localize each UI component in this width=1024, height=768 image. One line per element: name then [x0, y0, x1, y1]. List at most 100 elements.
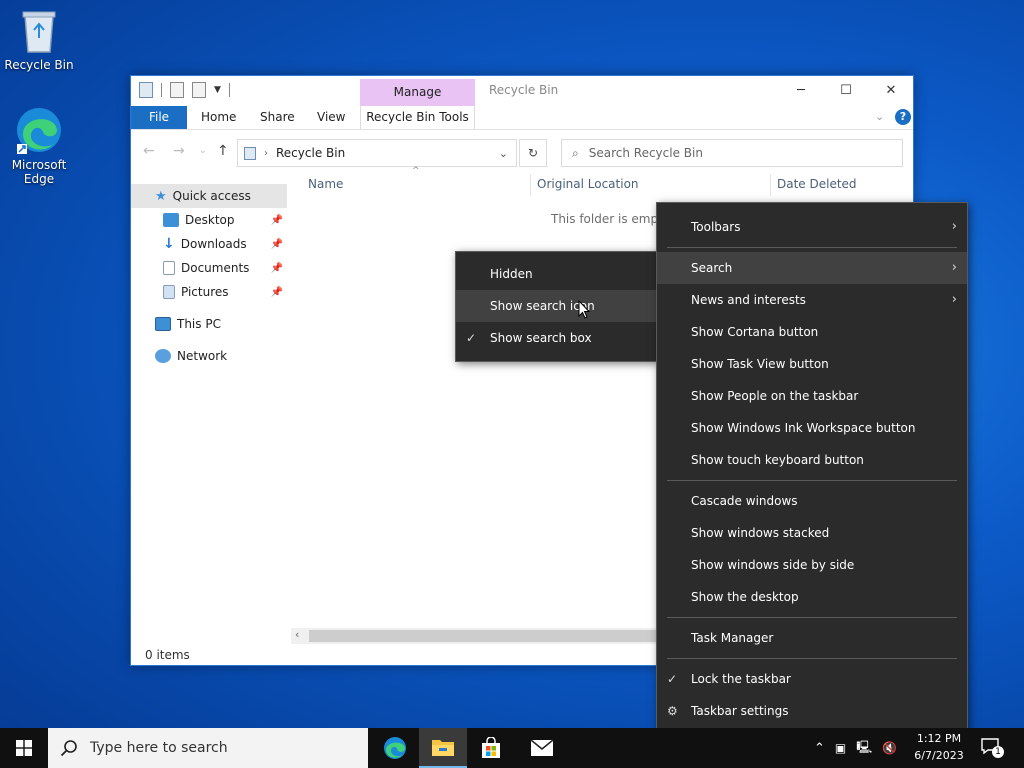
maximize-button[interactable]: ☐ [826, 80, 866, 102]
network-icon [155, 349, 171, 363]
menu-item-lock-the-taskbar[interactable]: ✓ Lock the taskbar [657, 663, 967, 695]
refresh-button[interactable]: ↻ [519, 139, 547, 167]
column-date-deleted[interactable]: Date Deleted [777, 177, 857, 191]
taskbar-search-box[interactable]: Type here to search [48, 728, 368, 768]
horizontal-scrollbar[interactable]: ‹ [291, 628, 661, 644]
menu-item-task-manager[interactable]: Task Manager [657, 622, 967, 654]
forward-arrow-icon[interactable]: → [173, 143, 185, 159]
taskbar[interactable]: Type here to search ⌃ ▣ 🖳 🔇 1:12 PM 6/7/… [0, 728, 1024, 768]
tab-file[interactable]: File [131, 106, 187, 129]
star-icon: ★ [155, 188, 167, 204]
menu-item-label: Taskbar settings [691, 704, 789, 718]
address-field[interactable]: › Recycle Bin ⌄ [237, 139, 517, 167]
taskbar-mail-button[interactable] [518, 728, 566, 768]
nav-label: Downloads [180, 237, 247, 251]
breadcrumb-current[interactable]: Recycle Bin [276, 146, 345, 160]
nav-label: Documents [181, 261, 250, 275]
nav-item-documents[interactable]: Documents 📌 [131, 256, 287, 280]
menu-item-cascade-windows[interactable]: Cascade windows [657, 485, 967, 517]
clock-time: 1:12 PM [916, 732, 962, 745]
column-headers: ^ Name Original Location Date Deleted [297, 166, 917, 196]
menu-item-show-task-view-button[interactable]: Show Task View button [657, 348, 967, 380]
taskbar-store-button[interactable] [467, 728, 515, 768]
menu-item-show-windows-side-by-side[interactable]: Show windows side by side [657, 549, 967, 581]
notification-badge: 1 [992, 746, 1004, 758]
search-field[interactable]: ⌕ Search Recycle Bin [561, 139, 903, 167]
up-arrow-icon[interactable]: ↑ [217, 143, 229, 159]
sort-ascending-icon: ^ [412, 166, 420, 176]
manage-context-tab[interactable]: Manage [360, 79, 475, 106]
taskbar-file-explorer-button[interactable] [419, 728, 467, 768]
menu-item-search[interactable]: Search › [657, 252, 967, 284]
pin-icon[interactable]: 📌 [271, 239, 283, 250]
tab-share[interactable]: Share [248, 106, 307, 129]
column-divider[interactable] [770, 174, 771, 196]
menu-item-show-ink-workspace[interactable]: Show Windows Ink Workspace button [657, 412, 967, 444]
chevron-down-icon[interactable]: ⌄ [875, 110, 884, 123]
nav-item-this-pc[interactable]: This PC [131, 312, 287, 336]
nav-item-pictures[interactable]: Pictures 📌 [131, 280, 287, 304]
menu-item-label: Cascade windows [691, 494, 798, 508]
ribbon-tabs: File Home Share View Recycle Bin Tools ⌄… [131, 106, 913, 130]
menu-item-taskbar-settings[interactable]: ⚙ Taskbar settings [657, 695, 967, 727]
window-title: Recycle Bin [489, 83, 559, 97]
menu-item-show-search-box[interactable]: ✓ Show search box [456, 322, 657, 354]
nav-label: Quick access [172, 189, 251, 203]
desktop-icon-label: Microsoft Edge [11, 158, 67, 186]
menu-item-toolbars[interactable]: Toolbars › [657, 211, 967, 243]
menu-item-hidden[interactable]: Hidden [456, 258, 657, 290]
column-original-location[interactable]: Original Location [537, 177, 639, 191]
column-divider[interactable] [530, 174, 531, 196]
nav-item-quick-access[interactable]: ★ Quick access [131, 184, 287, 208]
menu-item-show-people[interactable]: Show People on the taskbar [657, 380, 967, 412]
nav-item-desktop[interactable]: Desktop 📌 [131, 208, 287, 232]
edge-icon [17, 108, 61, 154]
scrollbar-thumb[interactable] [309, 630, 659, 642]
minimize-button[interactable]: ─ [781, 80, 821, 102]
menu-item-show-windows-stacked[interactable]: Show windows stacked [657, 517, 967, 549]
notifications-button[interactable]: 1 [980, 736, 1004, 760]
new-folder-icon[interactable] [192, 82, 206, 98]
menu-item-label: Show windows stacked [691, 526, 830, 540]
search-submenu: Hidden Show search icon ✓ Show search bo… [455, 251, 658, 362]
meet-now-icon[interactable]: ▣ [835, 741, 846, 755]
help-icon[interactable]: ? [895, 109, 911, 125]
windows-logo-icon [16, 740, 32, 756]
pin-icon[interactable]: 📌 [271, 215, 283, 226]
chevron-down-icon[interactable]: ▼ [214, 85, 221, 95]
menu-separator [667, 658, 957, 659]
scroll-left-icon[interactable]: ‹ [295, 628, 299, 641]
pin-icon[interactable]: 📌 [271, 263, 283, 274]
volume-muted-icon[interactable]: 🔇 [882, 741, 897, 755]
chevron-down-icon[interactable]: ⌄ [499, 147, 508, 160]
tab-view[interactable]: View [305, 106, 357, 129]
menu-item-news-and-interests[interactable]: News and interests › [657, 284, 967, 316]
menu-item-show-touch-keyboard[interactable]: Show touch keyboard button [657, 444, 967, 476]
taskbar-edge-button[interactable] [371, 728, 419, 768]
chevron-up-icon[interactable]: ⌃ [814, 741, 825, 756]
pin-icon[interactable]: 📌 [271, 287, 283, 298]
properties-icon[interactable] [170, 82, 184, 98]
taskbar-clock[interactable]: 1:12 PM 6/7/2023 [908, 730, 970, 764]
back-arrow-icon[interactable]: ← [143, 143, 155, 159]
column-name[interactable]: Name [308, 177, 343, 191]
title-bar[interactable]: ▼ Manage Recycle Bin ─ ☐ ✕ [131, 76, 913, 106]
menu-item-label: Search [691, 261, 733, 275]
tab-recycle-bin-tools[interactable]: Recycle Bin Tools [360, 106, 475, 129]
recent-locations-icon[interactable]: ⌄ [199, 146, 207, 156]
close-button[interactable]: ✕ [871, 80, 911, 102]
menu-item-show-the-desktop[interactable]: Show the desktop [657, 581, 967, 613]
network-icon[interactable]: 🖳 [856, 738, 872, 759]
menu-item-show-cortana-button[interactable]: Show Cortana button [657, 316, 967, 348]
menu-item-label: Show windows side by side [691, 558, 855, 572]
desktop-icon-edge[interactable]: Microsoft Edge [1, 104, 77, 186]
nav-item-downloads[interactable]: ↓ Downloads 📌 [131, 232, 287, 256]
nav-item-network[interactable]: Network [131, 344, 287, 368]
chevron-right-icon: › [951, 292, 957, 307]
menu-separator [667, 247, 957, 248]
tab-home[interactable]: Home [189, 106, 248, 129]
menu-item-show-search-icon[interactable]: Show search icon [456, 290, 657, 322]
mail-icon [530, 739, 554, 756]
start-button[interactable] [0, 728, 48, 768]
desktop-icon-recycle-bin[interactable]: Recycle Bin [1, 8, 77, 72]
